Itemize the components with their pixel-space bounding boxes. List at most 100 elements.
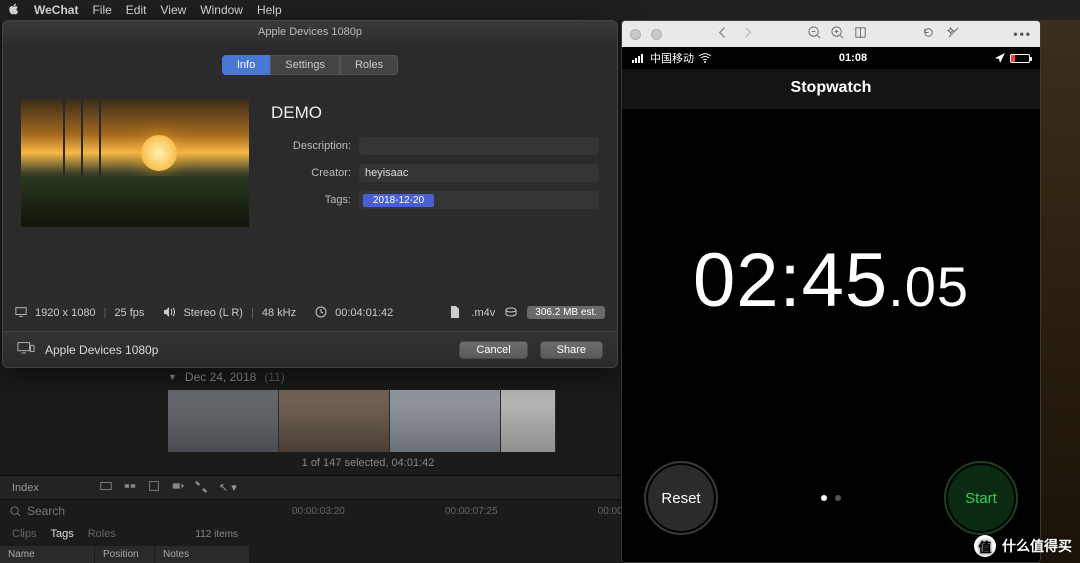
search-icon xyxy=(10,506,21,517)
watermark: 值 什么值得买 xyxy=(974,535,1072,557)
nav-forward-icon[interactable] xyxy=(740,25,755,43)
zoom-in-icon[interactable] xyxy=(830,25,845,43)
thumbnail-reflection xyxy=(21,229,249,311)
nav-back-icon[interactable] xyxy=(715,25,730,43)
event-count: (11) xyxy=(264,370,284,384)
magic-icon[interactable] xyxy=(946,25,961,43)
tab-tags[interactable]: Tags xyxy=(50,528,73,540)
tab-segment: Info Settings Roles xyxy=(3,55,617,75)
tools-icon[interactable] xyxy=(195,479,209,496)
event-date: Dec 24, 2018 xyxy=(185,370,256,384)
file-ext: .m4v xyxy=(471,307,495,319)
page-indicator[interactable] xyxy=(821,495,841,501)
clip-thumb[interactable] xyxy=(501,390,556,452)
column-headers: Name Position Notes xyxy=(0,546,250,563)
tags-input[interactable]: 2018-12-20 xyxy=(359,191,599,209)
menubar-window[interactable]: Window xyxy=(200,3,243,17)
append-icon[interactable] xyxy=(171,479,185,496)
dialog-title: Apple Devices 1080p xyxy=(3,21,617,43)
resolution: 1920 x 1080 xyxy=(35,307,96,319)
status-clock: 01:08 xyxy=(712,52,994,64)
apple-icon[interactable] xyxy=(8,3,20,18)
col-position[interactable]: Position xyxy=(95,546,155,563)
display-icon xyxy=(15,306,27,319)
zoom-out-icon[interactable] xyxy=(807,25,822,43)
item-count: 112 items xyxy=(195,529,238,540)
traffic-close-icon[interactable] xyxy=(630,29,641,40)
disclosure-triangle-icon[interactable]: ▼ xyxy=(168,372,177,382)
event-date-row[interactable]: ▼ Dec 24, 2018 (11) xyxy=(168,370,285,384)
disk-icon xyxy=(505,306,517,319)
menubar-file[interactable]: File xyxy=(92,3,111,17)
carrier: 中国移动 xyxy=(650,50,694,66)
timeline-ruler[interactable]: 00:00:03:20 00:00:07:25 00:00:1 xyxy=(252,500,620,523)
creator-label: Creator: xyxy=(271,167,359,179)
col-notes[interactable]: Notes xyxy=(155,546,250,563)
rotate-icon[interactable] xyxy=(921,25,936,43)
dialog-bottom-bar: Apple Devices 1080p Cancel Share xyxy=(3,331,617,367)
export-metadata: 1920 x 1080 | 25 fps Stereo (L R) | 48 k… xyxy=(15,306,605,319)
insert-icon[interactable] xyxy=(147,479,161,496)
simulator-toolbar: ••• xyxy=(622,21,1040,47)
speaker-icon xyxy=(163,306,175,319)
tab-info[interactable]: Info xyxy=(222,55,270,75)
clip-thumb[interactable] xyxy=(168,390,279,452)
share-dialog: Apple Devices 1080p Info Settings Roles … xyxy=(2,20,618,368)
menubar-app[interactable]: WeChat xyxy=(34,3,78,17)
index-label[interactable]: Index xyxy=(12,482,39,494)
traffic-min-icon[interactable] xyxy=(651,29,662,40)
tc: 00:00:07:25 xyxy=(445,506,498,517)
khz: 48 kHz xyxy=(262,307,296,319)
menubar-help[interactable]: Help xyxy=(257,3,282,17)
menubar-view[interactable]: View xyxy=(160,3,186,17)
simulator-window: ••• 中国移动 01:08 Stopwatch 02:45.05 xyxy=(621,20,1041,563)
reset-button[interactable]: Reset xyxy=(644,461,718,535)
cancel-button[interactable]: Cancel xyxy=(459,341,527,359)
connect-icon[interactable] xyxy=(123,479,137,496)
tab-settings[interactable]: Settings xyxy=(270,55,340,75)
search-placeholder: Search xyxy=(27,504,65,518)
stopwatch-time: 02:45.05 xyxy=(693,237,969,324)
status-bar: 中国移动 01:08 xyxy=(622,47,1040,69)
size-estimate: 306.2 MB est. xyxy=(527,306,605,319)
tags-label: Tags: xyxy=(271,194,359,206)
trim-icon[interactable] xyxy=(99,479,113,496)
start-button[interactable]: Start xyxy=(944,461,1018,535)
duration: 00:04:01:42 xyxy=(335,307,393,319)
col-name[interactable]: Name xyxy=(0,546,95,563)
battery-icon xyxy=(1010,54,1030,63)
search-field[interactable]: Search xyxy=(0,500,250,522)
watermark-text: 什么值得买 xyxy=(1002,536,1072,556)
more-icon[interactable]: ••• xyxy=(1013,27,1032,41)
file-icon xyxy=(449,306,461,319)
clock-icon xyxy=(315,306,327,319)
selection-info: 1 of 147 selected, 04:01:42 xyxy=(168,457,568,469)
tag-chip[interactable]: 2018-12-20 xyxy=(363,194,434,207)
time-centiseconds: .05 xyxy=(888,255,969,318)
creator-input[interactable] xyxy=(359,164,599,182)
tab-roles[interactable]: Roles xyxy=(88,528,116,540)
description-label: Description: xyxy=(271,140,359,152)
share-button[interactable]: Share xyxy=(540,341,603,359)
clip-thumbnails xyxy=(168,390,556,452)
fit-icon[interactable] xyxy=(853,25,868,43)
time-main: 02:45 xyxy=(693,238,888,323)
destination-name[interactable]: Apple Devices 1080p xyxy=(45,343,158,357)
clip-thumb[interactable] xyxy=(279,390,390,452)
clip-thumb[interactable] xyxy=(390,390,501,452)
menubar: WeChat File Edit View Window Help xyxy=(0,0,1080,20)
tab-clips[interactable]: Clips xyxy=(12,528,36,540)
location-icon xyxy=(994,52,1006,64)
tab-roles[interactable]: Roles xyxy=(340,55,398,75)
description-input[interactable] xyxy=(359,137,599,155)
phone-screen: 中国移动 01:08 Stopwatch 02:45.05 Reset Star… xyxy=(622,47,1040,562)
background-clip xyxy=(1040,20,1080,563)
signal-icon xyxy=(632,53,646,63)
project-title[interactable]: DEMO xyxy=(271,103,599,123)
project-thumbnail xyxy=(21,99,249,227)
wifi-icon xyxy=(698,53,712,63)
menubar-edit[interactable]: Edit xyxy=(126,3,147,17)
arrow-tool-icon[interactable]: ↖︎ ▾ xyxy=(219,481,237,494)
audio: Stereo (L R) xyxy=(183,307,243,319)
watermark-icon: 值 xyxy=(974,535,996,557)
